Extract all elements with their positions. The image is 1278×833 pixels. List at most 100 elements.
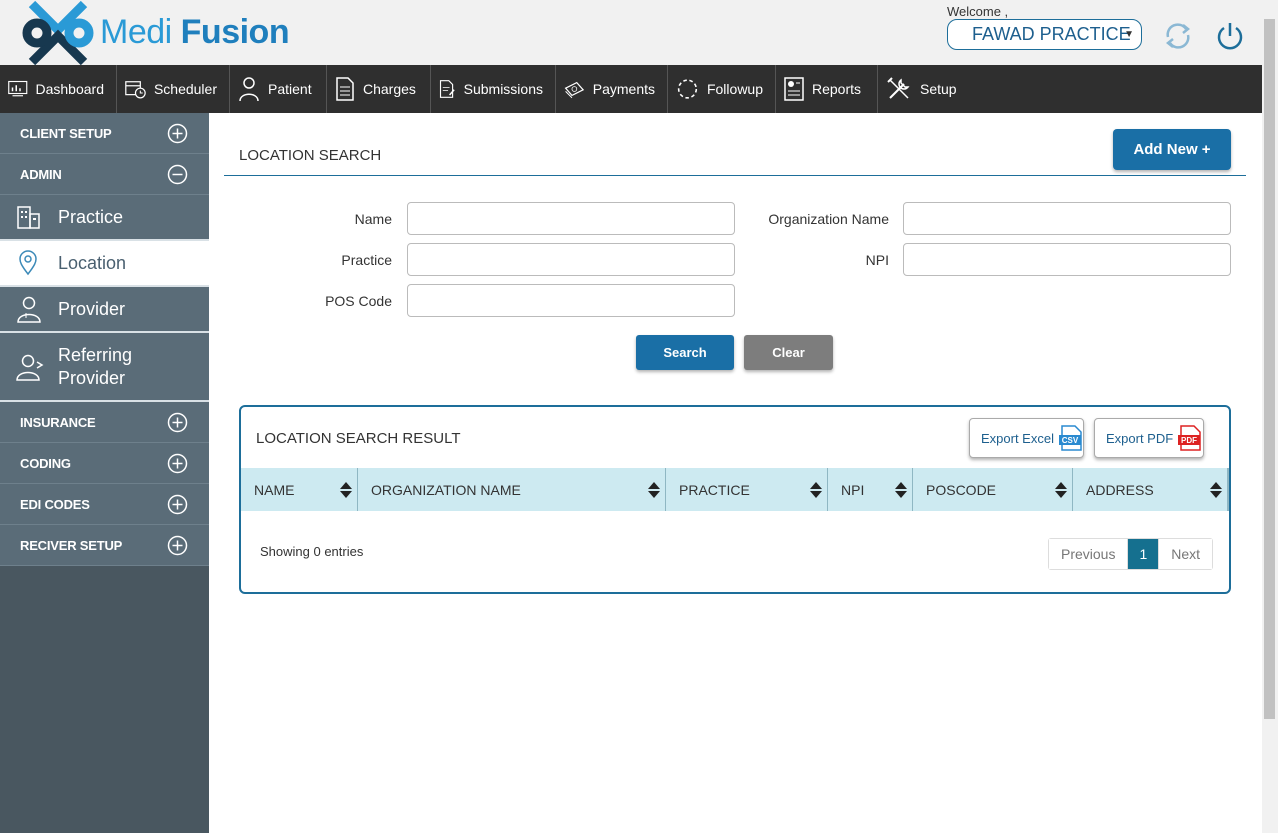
referring-doctor-icon	[16, 354, 44, 381]
sidebar-item-location[interactable]: Location	[0, 241, 209, 287]
organization-name-input[interactable]	[903, 202, 1231, 235]
power-icon[interactable]	[1214, 20, 1246, 52]
map-pin-icon	[19, 250, 37, 276]
sort-icon	[648, 482, 660, 498]
practice-select-value: FAWAD PRACTICE	[972, 24, 1131, 44]
nav-setup[interactable]: Setup	[878, 65, 973, 113]
column-header-address[interactable]: ADDRESS	[1073, 468, 1229, 511]
sidebar-item-label: Provider	[58, 298, 126, 319]
nav-submissions[interactable]: Submissions	[431, 65, 556, 113]
column-label: NPI	[841, 481, 865, 498]
sidebar-section-client-setup[interactable]: CLIENT SETUP	[0, 113, 209, 154]
sidebar-item-provider[interactable]: Provider	[0, 287, 209, 333]
npi-label: NPI	[865, 252, 889, 268]
nav-reports-label: Reports	[812, 81, 862, 97]
pagination-next[interactable]: Next	[1158, 539, 1213, 569]
sidebar: CLIENT SETUP ADMIN Practice Location Pro…	[0, 113, 209, 833]
export-pdf-label: Export PDF	[1106, 430, 1174, 446]
medifusion-logo[interactable]: Medi Fusion	[22, 0, 290, 65]
pdf-file-icon: PDF	[1178, 425, 1201, 451]
nav-charges[interactable]: Charges	[327, 65, 431, 113]
sidebar-item-label: Practice	[58, 206, 124, 227]
column-label: NAME	[254, 481, 295, 498]
sidebar-section-coding[interactable]: CODING	[0, 443, 209, 484]
nav-scheduler[interactable]: Scheduler	[117, 65, 230, 113]
practice-select[interactable]: FAWAD PRACTICE ▼	[947, 19, 1142, 50]
practice-label: Practice	[341, 252, 392, 268]
column-label: POSCODE	[926, 481, 997, 498]
pos-code-label: POS Code	[325, 293, 392, 309]
sidebar-item-label: Location	[58, 252, 127, 273]
column-label: PRACTICE	[679, 481, 750, 498]
sidebar-item-referring-provider[interactable]: Referring Provider	[0, 333, 209, 402]
plus-circle-icon[interactable]	[167, 123, 188, 144]
nav-patient-label: Patient	[268, 81, 312, 97]
add-new-button[interactable]: Add New +	[1113, 129, 1231, 170]
export-excel-label: Export Excel	[981, 430, 1054, 446]
table-header: NAME ORGANIZATION NAME PRACTICE NPI POSC…	[241, 468, 1229, 511]
column-label: ORGANIZATION NAME	[371, 481, 521, 498]
person-icon	[239, 77, 259, 102]
pagination: Previous 1 Next	[1048, 538, 1214, 570]
sidebar-section-receiver-setup[interactable]: RECIVER SETUP	[0, 525, 209, 566]
main-navbar: Dashboard Scheduler Patient Charges Subm…	[0, 65, 1262, 113]
column-header-npi[interactable]: NPI	[828, 468, 913, 511]
sidebar-section-label: RECIVER SETUP	[20, 537, 123, 553]
organization-name-label: Organization Name	[768, 211, 889, 227]
document-icon	[336, 77, 354, 101]
plus-circle-icon[interactable]	[167, 412, 188, 433]
export-excel-button[interactable]: Export Excel CSV	[969, 418, 1084, 458]
page-scrollbar-thumb[interactable]	[1264, 19, 1275, 719]
sort-icon	[810, 482, 822, 498]
nav-reports[interactable]: Reports	[776, 65, 878, 113]
name-input[interactable]	[407, 202, 735, 235]
csv-file-icon: CSV	[1058, 425, 1082, 451]
dashboard-icon	[8, 80, 28, 97]
plus-circle-icon[interactable]	[167, 494, 188, 515]
sidebar-section-label: CODING	[20, 455, 71, 471]
refresh-icon[interactable]	[1162, 20, 1194, 52]
clear-button[interactable]: Clear	[744, 335, 833, 370]
sidebar-section-admin[interactable]: ADMIN	[0, 154, 209, 195]
pagination-page-1[interactable]: 1	[1128, 539, 1159, 569]
sidebar-section-label: EDI CODES	[20, 496, 90, 512]
nav-scheduler-label: Scheduler	[153, 81, 217, 97]
nav-payments[interactable]: Payments	[556, 65, 668, 113]
nav-patient[interactable]: Patient	[230, 65, 327, 113]
welcome-label: Welcome ,	[947, 4, 1009, 19]
nav-followup[interactable]: Followup	[668, 65, 776, 113]
plus-circle-icon[interactable]	[167, 453, 188, 474]
sidebar-section-insurance[interactable]: INSURANCE	[0, 402, 209, 443]
app-header: Medi Fusion Welcome , FAWAD PRACTICE ▼	[0, 0, 1262, 65]
column-header-practice[interactable]: PRACTICE	[666, 468, 828, 511]
result-title: LOCATION SEARCH RESULT	[256, 430, 461, 447]
npi-input[interactable]	[903, 243, 1231, 276]
search-button[interactable]: Search	[636, 335, 734, 370]
sidebar-item-practice[interactable]: Practice	[0, 195, 209, 241]
nav-submissions-label: Submissions	[463, 81, 543, 97]
page-title: LOCATION SEARCH	[239, 147, 382, 164]
export-pdf-button[interactable]: Export PDF PDF	[1094, 418, 1204, 458]
title-divider	[224, 175, 1246, 176]
plus-circle-icon[interactable]	[167, 535, 188, 556]
nav-payments-label: Payments	[592, 81, 655, 97]
column-label: ADDRESS	[1086, 481, 1154, 498]
sort-icon	[895, 482, 907, 498]
search-result-panel: LOCATION SEARCH RESULT Export Excel CSV …	[239, 405, 1231, 594]
minus-circle-icon[interactable]	[167, 164, 188, 185]
calendar-clock-icon	[125, 81, 146, 99]
sidebar-section-edi-codes[interactable]: EDI CODES	[0, 484, 209, 525]
nav-dashboard[interactable]: Dashboard	[0, 65, 117, 113]
pagination-previous[interactable]: Previous	[1049, 539, 1129, 569]
pos-code-input[interactable]	[407, 284, 735, 317]
logo-text-medi: Medi	[100, 13, 172, 51]
column-header-name[interactable]: NAME	[241, 468, 358, 511]
document-edit-icon	[439, 80, 455, 98]
practice-input[interactable]	[407, 243, 735, 276]
nav-dashboard-label: Dashboard	[35, 81, 105, 97]
column-header-poscode[interactable]: POSCODE	[913, 468, 1073, 511]
column-header-organization-name[interactable]: ORGANIZATION NAME	[358, 468, 666, 511]
referring-line-1: Referring	[58, 344, 133, 365]
dashed-circle-icon	[677, 79, 698, 99]
report-icon	[784, 77, 804, 101]
